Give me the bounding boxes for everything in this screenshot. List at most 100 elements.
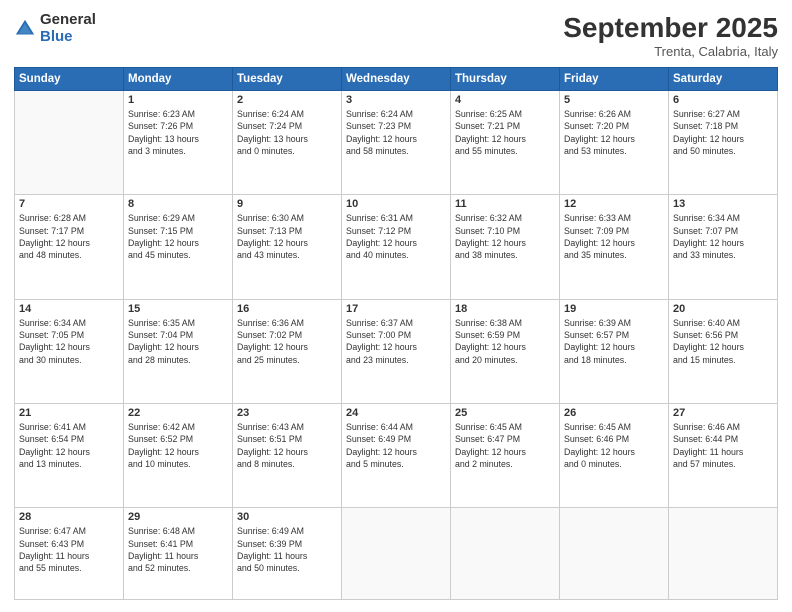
day-number: 29 [128, 511, 228, 523]
col-thursday: Thursday [451, 68, 560, 91]
calendar-header-row: Sunday Monday Tuesday Wednesday Thursday… [15, 68, 778, 91]
calendar-week-row: 28Sunrise: 6:47 AM Sunset: 6:43 PM Dayli… [15, 508, 778, 600]
calendar-cell: 7 Sunrise: 6:28 AM Sunset: 7:17 PM Daylig… [15, 195, 124, 299]
calendar-cell: 29 Sunrise: 6:48 AM Sunset: 6:41 PM Dayli… [124, 508, 233, 600]
day-info: Sunrise: 6:25 AM Sunset: 7:21 PM Dayligh… [455, 108, 555, 157]
day-info: Sunrise: 6:45 AM Sunset: 6:46 PM Dayligh… [564, 421, 664, 470]
calendar-cell: 16 Sunrise: 6:36 AM Sunset: 7:02 PM Dayli… [233, 299, 342, 403]
calendar-cell: 4 Sunrise: 6:25 AM Sunset: 7:21 PM Daylig… [451, 91, 560, 195]
page: General Blue September 2025 Trenta, Cala… [0, 0, 792, 612]
calendar-cell: 5Sunrise: 6:26 AM Sunset: 7:20 PM Daylig… [560, 91, 669, 195]
calendar-week-row: 14Sunrise: 6:34 AM Sunset: 7:05 PM Dayli… [15, 299, 778, 403]
day-number: 6 [673, 94, 773, 106]
day-number: 27 [673, 407, 773, 419]
calendar-cell: 28Sunrise: 6:47 AM Sunset: 6:43 PM Dayli… [15, 508, 124, 600]
calendar-cell: 20Sunrise: 6:40 AM Sunset: 6:56 PM Dayli… [669, 299, 778, 403]
calendar-cell: 25 Sunrise: 6:45 AM Sunset: 6:47 PM Dayli… [451, 404, 560, 508]
day-info: Sunrise: 6:43 AM Sunset: 6:51 PM Dayligh… [237, 421, 337, 470]
day-number: 23 [237, 407, 337, 419]
day-number: 28 [19, 511, 119, 523]
calendar-cell: 18 Sunrise: 6:38 AM Sunset: 6:59 PM Dayli… [451, 299, 560, 403]
calendar-cell: 30 Sunrise: 6:49 AM Sunset: 6:39 PM Dayli… [233, 508, 342, 600]
day-number: 13 [673, 198, 773, 210]
calendar-cell: 11 Sunrise: 6:32 AM Sunset: 7:10 PM Dayli… [451, 195, 560, 299]
day-info: Sunrise: 6:29 AM Sunset: 7:15 PM Dayligh… [128, 212, 228, 261]
calendar-cell: 26 Sunrise: 6:45 AM Sunset: 6:46 PM Dayli… [560, 404, 669, 508]
day-info: Sunrise: 6:23 AM Sunset: 7:26 PM Dayligh… [128, 108, 228, 157]
day-info: Sunrise: 6:27 AM Sunset: 7:18 PM Dayligh… [673, 108, 773, 157]
calendar-cell: 12 Sunrise: 6:33 AM Sunset: 7:09 PM Dayli… [560, 195, 669, 299]
calendar-table: Sunday Monday Tuesday Wednesday Thursday… [14, 67, 778, 600]
day-info: Sunrise: 6:32 AM Sunset: 7:10 PM Dayligh… [455, 212, 555, 261]
day-info: Sunrise: 6:48 AM Sunset: 6:41 PM Dayligh… [128, 525, 228, 574]
col-saturday: Saturday [669, 68, 778, 91]
header: General Blue September 2025 Trenta, Cala… [14, 12, 778, 59]
day-number: 25 [455, 407, 555, 419]
day-info: Sunrise: 6:44 AM Sunset: 6:49 PM Dayligh… [346, 421, 446, 470]
day-number: 11 [455, 198, 555, 210]
calendar-cell: 27 Sunrise: 6:46 AM Sunset: 6:44 PM Dayli… [669, 404, 778, 508]
day-info: Sunrise: 6:49 AM Sunset: 6:39 PM Dayligh… [237, 525, 337, 574]
day-number: 1 [128, 94, 228, 106]
day-info: Sunrise: 6:24 AM Sunset: 7:24 PM Dayligh… [237, 108, 337, 157]
calendar-week-row: 7 Sunrise: 6:28 AM Sunset: 7:17 PM Daylig… [15, 195, 778, 299]
calendar-cell: 9 Sunrise: 6:30 AM Sunset: 7:13 PM Daylig… [233, 195, 342, 299]
day-number: 21 [19, 407, 119, 419]
day-number: 24 [346, 407, 446, 419]
day-number: 9 [237, 198, 337, 210]
col-tuesday: Tuesday [233, 68, 342, 91]
calendar-cell: 23 Sunrise: 6:43 AM Sunset: 6:51 PM Dayli… [233, 404, 342, 508]
day-number: 12 [564, 198, 664, 210]
calendar-cell [342, 508, 451, 600]
calendar-cell: 22 Sunrise: 6:42 AM Sunset: 6:52 PM Dayli… [124, 404, 233, 508]
day-info: Sunrise: 6:42 AM Sunset: 6:52 PM Dayligh… [128, 421, 228, 470]
day-info: Sunrise: 6:34 AM Sunset: 7:05 PM Dayligh… [19, 317, 119, 366]
day-info: Sunrise: 6:30 AM Sunset: 7:13 PM Dayligh… [237, 212, 337, 261]
title-block: September 2025 Trenta, Calabria, Italy [563, 12, 778, 59]
day-info: Sunrise: 6:35 AM Sunset: 7:04 PM Dayligh… [128, 317, 228, 366]
day-number: 16 [237, 303, 337, 315]
day-info: Sunrise: 6:45 AM Sunset: 6:47 PM Dayligh… [455, 421, 555, 470]
day-number: 4 [455, 94, 555, 106]
calendar-cell: 3 Sunrise: 6:24 AM Sunset: 7:23 PM Daylig… [342, 91, 451, 195]
day-number: 26 [564, 407, 664, 419]
day-number: 30 [237, 511, 337, 523]
calendar-cell: 17Sunrise: 6:37 AM Sunset: 7:00 PM Dayli… [342, 299, 451, 403]
calendar-cell: 8 Sunrise: 6:29 AM Sunset: 7:15 PM Daylig… [124, 195, 233, 299]
day-info: Sunrise: 6:24 AM Sunset: 7:23 PM Dayligh… [346, 108, 446, 157]
col-friday: Friday [560, 68, 669, 91]
logo-icon [14, 18, 36, 40]
day-info: Sunrise: 6:38 AM Sunset: 6:59 PM Dayligh… [455, 317, 555, 366]
calendar-cell: 2Sunrise: 6:24 AM Sunset: 7:24 PM Daylig… [233, 91, 342, 195]
day-info: Sunrise: 6:41 AM Sunset: 6:54 PM Dayligh… [19, 421, 119, 470]
day-info: Sunrise: 6:28 AM Sunset: 7:17 PM Dayligh… [19, 212, 119, 261]
day-number: 5 [564, 94, 664, 106]
day-number: 3 [346, 94, 446, 106]
logo-blue: Blue [40, 29, 96, 46]
calendar-cell [560, 508, 669, 600]
calendar-cell [15, 91, 124, 195]
day-info: Sunrise: 6:34 AM Sunset: 7:07 PM Dayligh… [673, 212, 773, 261]
calendar-cell: 13 Sunrise: 6:34 AM Sunset: 7:07 PM Dayli… [669, 195, 778, 299]
calendar-cell: 10 Sunrise: 6:31 AM Sunset: 7:12 PM Dayli… [342, 195, 451, 299]
calendar-cell: 24 Sunrise: 6:44 AM Sunset: 6:49 PM Dayli… [342, 404, 451, 508]
day-info: Sunrise: 6:46 AM Sunset: 6:44 PM Dayligh… [673, 421, 773, 470]
calendar-cell [451, 508, 560, 600]
day-number: 10 [346, 198, 446, 210]
day-number: 8 [128, 198, 228, 210]
calendar-cell: 21 Sunrise: 6:41 AM Sunset: 6:54 PM Dayli… [15, 404, 124, 508]
day-info: Sunrise: 6:33 AM Sunset: 7:09 PM Dayligh… [564, 212, 664, 261]
day-info: Sunrise: 6:36 AM Sunset: 7:02 PM Dayligh… [237, 317, 337, 366]
day-number: 18 [455, 303, 555, 315]
calendar-cell [669, 508, 778, 600]
month-title: September 2025 [563, 12, 778, 44]
day-number: 22 [128, 407, 228, 419]
calendar-cell: 19Sunrise: 6:39 AM Sunset: 6:57 PM Dayli… [560, 299, 669, 403]
calendar-cell: 1 Sunrise: 6:23 AM Sunset: 7:26 PM Daylig… [124, 91, 233, 195]
col-sunday: Sunday [15, 68, 124, 91]
location-subtitle: Trenta, Calabria, Italy [563, 44, 778, 59]
calendar-cell: 15Sunrise: 6:35 AM Sunset: 7:04 PM Dayli… [124, 299, 233, 403]
day-number: 19 [564, 303, 664, 315]
day-number: 7 [19, 198, 119, 210]
day-info: Sunrise: 6:31 AM Sunset: 7:12 PM Dayligh… [346, 212, 446, 261]
